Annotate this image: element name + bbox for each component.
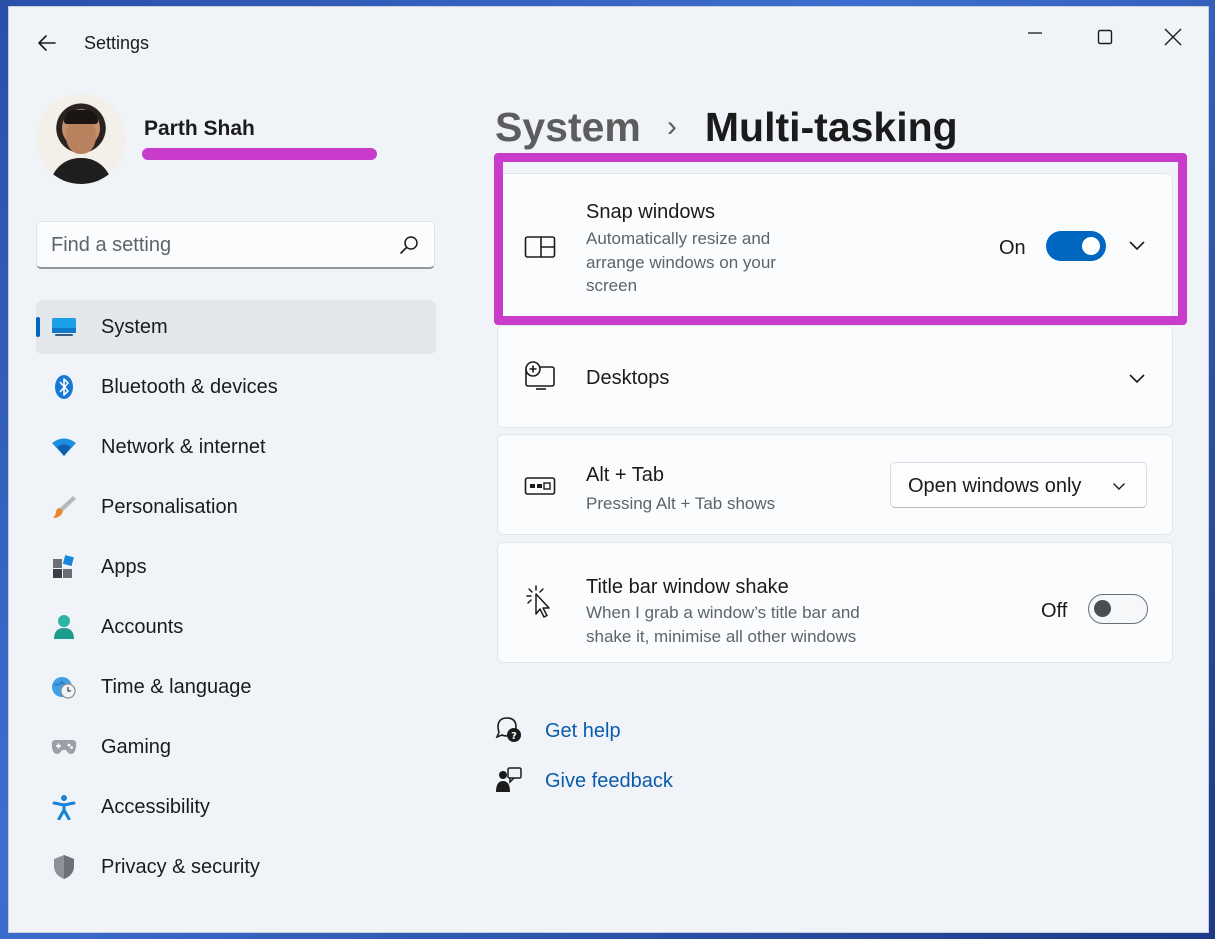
sidebar-item-network[interactable]: Network & internet (36, 420, 436, 474)
user-name: Parth Shah (144, 117, 255, 140)
system-icon (51, 314, 77, 340)
link-label[interactable]: Get help (545, 720, 621, 743)
feedback-icon (495, 766, 523, 794)
link-label[interactable]: Give feedback (545, 770, 673, 793)
accounts-icon (51, 614, 77, 640)
sidebar-item-label: Apps (101, 556, 147, 578)
title-bar: Settings (9, 7, 1208, 79)
wifi-icon (51, 434, 77, 460)
shield-icon (51, 854, 77, 880)
sidebar-item-label: Privacy & security (101, 856, 260, 878)
get-help-link[interactable]: ? Get help (495, 712, 795, 762)
sidebar-item-system[interactable]: System (36, 300, 436, 354)
accessibility-icon (51, 794, 77, 820)
apps-icon (51, 554, 77, 580)
give-feedback-link[interactable]: Give feedback (495, 762, 795, 812)
toggle-state-label: On (999, 237, 1026, 259)
snap-windows-toggle[interactable] (1046, 231, 1106, 261)
sidebar-item-label: Time & language (101, 676, 252, 698)
bluetooth-icon (51, 374, 77, 400)
search-box[interactable] (36, 221, 435, 269)
setting-title: Alt + Tab (586, 464, 665, 486)
app-title: Settings (84, 33, 150, 53)
setting-card-alt-tab[interactable]: Alt + Tab Pressing Alt + Tab shows Open … (497, 434, 1173, 535)
setting-title: Desktops (586, 367, 670, 389)
add-desktop-icon (524, 361, 556, 393)
redacted-email (142, 148, 377, 160)
setting-title: Title bar window shake (586, 576, 789, 598)
help-links: ? Get help Give feedback (495, 712, 795, 812)
toggle-state-label: Off (1041, 600, 1068, 622)
chevron-down-icon (1129, 374, 1145, 384)
breadcrumb-separator: › (666, 110, 677, 143)
sidebar-item-accounts[interactable]: Accounts (36, 600, 436, 654)
sidebar-item-gaming[interactable]: Gaming (36, 720, 436, 774)
sidebar-item-label: System (101, 316, 168, 338)
gamepad-icon (51, 734, 77, 760)
sidebar-item-label: Network & internet (101, 436, 266, 458)
sidebar-item-label: Accounts (101, 616, 184, 638)
sidebar-item-apps[interactable]: Apps (36, 540, 436, 594)
chevron-down-icon (1129, 241, 1145, 251)
close-icon (1164, 28, 1182, 46)
sidebar-item-accessibility[interactable]: Accessibility (36, 780, 436, 834)
settings-window: Settings Parth Shah System (8, 6, 1209, 933)
back-button[interactable] (33, 29, 61, 57)
sidebar-item-privacy-security[interactable]: Privacy & security (36, 840, 436, 894)
snap-layout-icon (524, 231, 556, 263)
maximize-icon (1097, 29, 1113, 45)
minimize-button[interactable] (1005, 15, 1065, 59)
dropdown-value: Open windows only (908, 475, 1082, 497)
setting-card-snap-windows[interactable]: Snap windows Automatically resize and ar… (497, 173, 1173, 319)
alt-tab-dropdown[interactable]: Open windows only (890, 462, 1147, 508)
brush-icon (51, 494, 77, 520)
sidebar-item-label: Gaming (101, 736, 172, 758)
sidebar-item-time-language[interactable]: Time & language (36, 660, 436, 714)
svg-text:?: ? (511, 731, 517, 742)
maximize-button[interactable] (1075, 15, 1135, 59)
alt-tab-icon (524, 470, 556, 502)
breadcrumb: System › Multi-tasking (495, 97, 958, 157)
sidebar-item-personalisation[interactable]: Personalisation (36, 480, 436, 534)
close-button[interactable] (1143, 15, 1203, 59)
avatar[interactable] (36, 94, 126, 184)
sidebar-nav: System Bluetooth & devices Network & int… (36, 300, 436, 900)
breadcrumb-parent[interactable]: System (495, 104, 641, 151)
setting-card-desktops[interactable]: Desktops (497, 325, 1173, 428)
chevron-down-icon (1110, 477, 1128, 495)
setting-title: Snap windows (586, 201, 715, 223)
sidebar-item-label: Bluetooth & devices (101, 376, 278, 398)
expand-button[interactable] (1125, 234, 1149, 258)
setting-description: Automatically resize and arrange windows… (586, 229, 776, 295)
search-icon[interactable] (398, 234, 420, 256)
setting-description: When I grab a window’s title bar and sha… (586, 603, 860, 646)
expand-button[interactable] (1125, 367, 1149, 391)
sidebar-item-label: Accessibility (101, 796, 210, 818)
sidebar-item-bluetooth[interactable]: Bluetooth & devices (36, 360, 436, 414)
title-bar-shake-toggle[interactable] (1088, 594, 1148, 624)
globe-clock-icon (51, 674, 77, 700)
minimize-icon (1028, 32, 1042, 34)
help-icon: ? (495, 716, 523, 744)
setting-card-title-bar-shake[interactable]: Title bar window shake When I grab a win… (497, 542, 1173, 663)
sidebar-item-label: Personalisation (101, 496, 238, 518)
back-arrow-icon (38, 35, 56, 51)
shake-cursor-icon (524, 585, 556, 618)
page-title: Multi-tasking (704, 103, 958, 150)
setting-description: Pressing Alt + Tab shows (586, 494, 776, 513)
search-input[interactable] (51, 232, 381, 258)
